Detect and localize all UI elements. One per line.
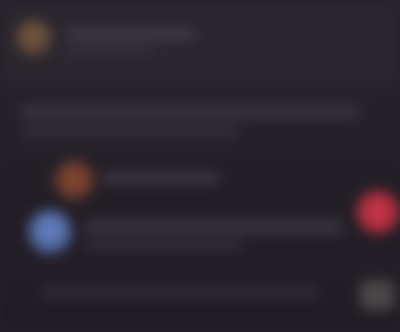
message-line-1 (20, 104, 360, 120)
message-line-2 (20, 126, 240, 138)
secondary-avatar[interactable] (54, 160, 94, 200)
blurred-ui-screen (0, 0, 400, 332)
blue-avatar[interactable] (28, 210, 72, 254)
divider (0, 82, 400, 84)
profile-avatar[interactable] (16, 20, 52, 56)
header-area (0, 0, 400, 80)
list-item-title (84, 220, 344, 234)
secondary-label (100, 172, 220, 184)
header-subtitle (66, 46, 156, 54)
notification-badge[interactable] (356, 190, 400, 234)
divider (0, 266, 400, 268)
list-item-subtitle (84, 240, 244, 250)
header-title (66, 28, 196, 40)
menu-icon[interactable] (360, 280, 394, 310)
divider (0, 150, 400, 152)
footer-text (40, 286, 320, 298)
